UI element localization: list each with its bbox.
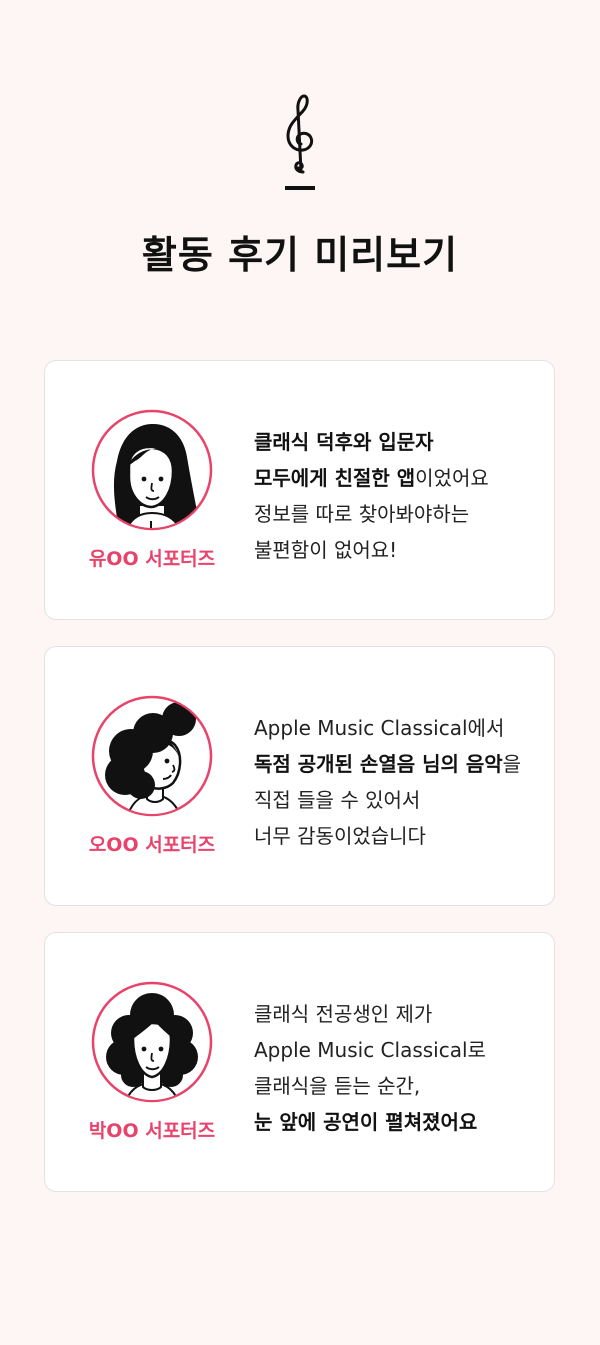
- review-text-segment: 클래식 전공생인 제가: [254, 1002, 433, 1026]
- review-line: 너무 감동이었습니다: [254, 818, 544, 854]
- review-line: Apple Music Classical에서: [254, 710, 544, 746]
- avatar-woman-curly-hair-icon: [91, 695, 213, 817]
- review-line: 직접 들을 수 있어서: [254, 782, 544, 818]
- review-text-segment: 이었어요: [415, 466, 489, 490]
- review-text-segment: 직접 들을 수 있어서: [254, 788, 421, 812]
- title-underline: [285, 186, 315, 190]
- review-text-bold: 독점 공개된 손열음 님의 음악: [254, 752, 503, 776]
- avatar-woman-long-hair-icon: [91, 409, 213, 531]
- review-line: 눈 앞에 공연이 펼쳐졌어요: [254, 1104, 544, 1140]
- review-text-segment: 불편함이 없어요!: [254, 538, 398, 562]
- review-line: 클래식 덕후와 입문자: [254, 424, 544, 460]
- review-line: 불편함이 없어요!: [254, 532, 544, 568]
- review-text: 클래식 덕후와 입문자모두에게 친절한 앱이었어요정보를 따로 찾아봐야하는불편…: [254, 424, 544, 568]
- review-text-bold: 클래식 덕후와 입문자: [254, 430, 434, 454]
- review-line: 클래식 전공생인 제가: [254, 996, 544, 1032]
- review-text: 클래식 전공생인 제가 Apple Music Classical로클래식을 듣는…: [254, 996, 544, 1140]
- review-text-segment: Apple Music Classical: [254, 716, 468, 740]
- review-text-segment: 을: [502, 752, 522, 776]
- review-text-bold: 모두에게 친절한 앱: [254, 466, 416, 490]
- review-text-segment: 로: [467, 1038, 486, 1062]
- review-line: Apple Music Classical로: [254, 1032, 544, 1068]
- header: 활동 후기 미리보기: [0, 0, 600, 300]
- review-card: 박OO 서포터즈 클래식 전공생인 제가 Apple Music Classica…: [44, 932, 555, 1192]
- review-card: 유OO 서포터즈 클래식 덕후와 입문자모두에게 친절한 앱이었어요정보를 따로…: [44, 360, 555, 620]
- review-text-segment: Apple Music Classical: [254, 1038, 468, 1062]
- supporter-name: 유OO 서포터즈: [88, 548, 216, 570]
- avatar-woman-bob-hair-icon: [91, 981, 213, 1103]
- review-text: Apple Music Classical에서 독점 공개된 손열음 님의 음악을…: [254, 710, 544, 854]
- review-text-segment: 클래식을 듣는 순간,: [254, 1074, 421, 1098]
- review-text-segment: 에서: [467, 716, 505, 740]
- review-text-segment: 너무 감동이었습니다: [254, 824, 426, 848]
- supporter-name: 오OO 서포터즈: [88, 834, 216, 856]
- treble-clef-icon: [286, 94, 314, 174]
- review-text-bold: 눈 앞에 공연이 펼쳐졌어요: [254, 1110, 478, 1134]
- supporter-name: 박OO 서포터즈: [88, 1120, 216, 1142]
- review-line: 독점 공개된 손열음 님의 음악을: [254, 746, 544, 782]
- review-line: 모두에게 친절한 앱이었어요: [254, 460, 544, 496]
- review-line: 클래식을 듣는 순간,: [254, 1068, 544, 1104]
- review-text-segment: 정보를 따로 찾아봐야하는: [254, 502, 470, 526]
- review-line: 정보를 따로 찾아봐야하는: [254, 496, 544, 532]
- page-title: 활동 후기 미리보기: [141, 233, 459, 277]
- review-card: 오OO 서포터즈 Apple Music Classical에서 독점 공개된 손…: [44, 646, 555, 906]
